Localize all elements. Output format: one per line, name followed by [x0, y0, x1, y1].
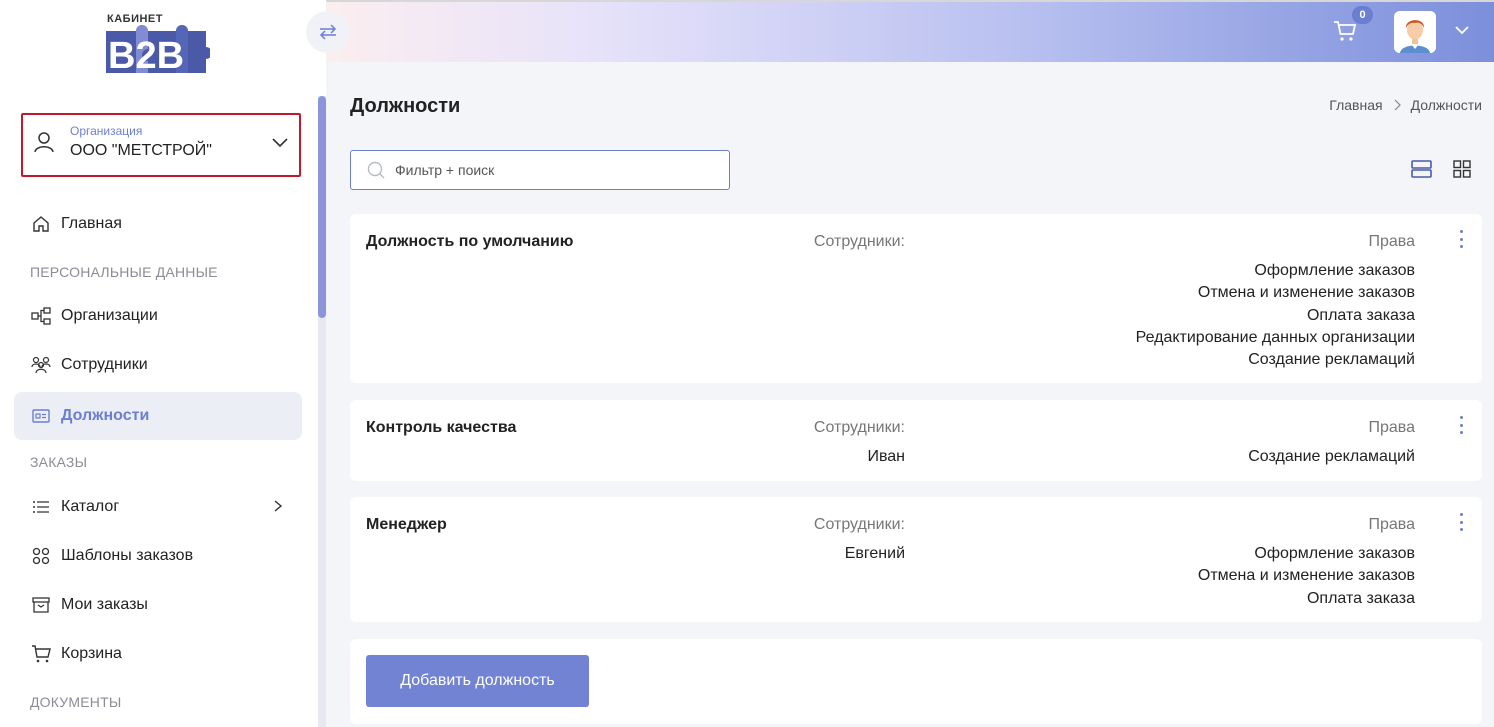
rights-label: Права [1368, 516, 1415, 533]
grid-view-button[interactable] [1453, 160, 1471, 183]
position-name: Должность по умолчанию [366, 233, 574, 250]
employees-list: Иван [867, 446, 905, 468]
sidebar-toggle-button[interactable] [306, 11, 350, 53]
header-cart-button[interactable] [1333, 20, 1357, 47]
user-icon [34, 132, 54, 153]
organization-caption: Организация [70, 124, 143, 138]
avatar[interactable] [1394, 11, 1436, 53]
section-orders: ЗАКАЗЫ [30, 454, 88, 470]
cart-count-badge: 0 [1352, 6, 1373, 24]
search-input[interactable] [395, 162, 715, 178]
employees-label: Сотрудники: [813, 516, 905, 533]
employees-label: Сотрудники: [813, 419, 905, 436]
sidebar-item-label: Корзина [61, 645, 122, 662]
sidebar-item-employees[interactable]: Сотрудники [14, 341, 302, 389]
rights-list: Оформление заказов Отмена и изменение за… [1136, 260, 1415, 371]
sidebar-item-label: Должности [61, 407, 150, 424]
home-icon [31, 214, 51, 234]
user-avatar-icon [1394, 11, 1436, 53]
sidebar-scrollbar-thumb[interactable] [318, 96, 326, 318]
section-personal-data: ПЕРСОНАЛЬНЫЕ ДАННЫЕ [30, 264, 218, 280]
right-item: Оплата заказа [1306, 589, 1415, 607]
templates-icon [31, 546, 51, 566]
right-item: Оформление заказов [1254, 262, 1415, 279]
box-icon [31, 595, 51, 615]
logo-text: B2B [108, 35, 184, 77]
right-item: Оплата заказа [1306, 306, 1415, 324]
sidebar-item-home[interactable]: Главная [14, 200, 302, 248]
page-title: Должности [350, 95, 461, 117]
chevron-down-icon[interactable] [1454, 24, 1470, 36]
position-name: Менеджер [366, 516, 447, 533]
right-item: Редактирование данных организации [1135, 328, 1415, 346]
sidebar-item-label: Организации [61, 307, 158, 324]
chevron-right-icon [274, 500, 283, 512]
sidebar-item-organizations[interactable]: Организации [14, 292, 302, 340]
list-icon [31, 497, 51, 517]
sidebar-item-my-orders[interactable]: Мои заказы [14, 581, 302, 629]
organization-selector[interactable]: Организация ООО "МЕТСТРОЙ" [21, 113, 301, 177]
employees-label: Сотрудники: [813, 233, 905, 250]
logo-caption: КАБИНЕТ [107, 13, 163, 25]
breadcrumb: Главная Должности [1329, 97, 1482, 113]
list-view-button[interactable] [1411, 160, 1433, 183]
employees-list: Евгений [845, 543, 905, 565]
sidebar: КАБИНЕТ B2B Организация ООО "МЕТСТРОЙ" Г… [0, 0, 326, 727]
sidebar-item-positions[interactable]: Должности [14, 392, 302, 440]
swap-arrows-icon [319, 24, 337, 40]
breadcrumb-home-link[interactable]: Главная [1329, 97, 1382, 113]
rights-label: Права [1368, 233, 1415, 250]
rights-label: Права [1368, 419, 1415, 436]
position-name: Контроль качества [366, 419, 517, 436]
right-item: Отмена и изменение заказов [1197, 567, 1415, 585]
rights-list: Создание рекламаций [1248, 446, 1415, 468]
rights-list: Оформление заказов Отмена и изменение за… [1198, 543, 1415, 610]
right-item: Создание рекламаций [1248, 448, 1415, 465]
chevron-right-icon [1394, 99, 1401, 111]
right-item: Создание рекламаций [1248, 351, 1415, 369]
right-item: Оформление заказов [1254, 545, 1415, 562]
top-header: 0 [326, 0, 1494, 62]
list-view-icon [1411, 160, 1432, 178]
chevron-down-icon [272, 138, 288, 148]
sidebar-item-label: Мои заказы [61, 596, 148, 613]
cart-icon [31, 644, 51, 664]
sidebar-item-label: Шаблоны заказов [61, 547, 194, 564]
id-card-icon [31, 406, 51, 426]
sidebar-item-catalog[interactable]: Каталог [14, 483, 302, 531]
employee-item: Иван [867, 448, 905, 465]
position-card: Менеджер Сотрудники: Евгений Права Оформ… [350, 497, 1482, 622]
sidebar-item-label: Сотрудники [61, 356, 148, 373]
more-options-icon[interactable] [1454, 513, 1468, 531]
search-icon [367, 161, 385, 179]
organization-value: ООО "МЕТСТРОЙ" [70, 142, 212, 159]
more-options-icon[interactable] [1454, 416, 1468, 434]
employee-item: Евгений [844, 545, 905, 562]
right-item: Отмена и изменение заказов [1197, 284, 1415, 302]
position-card: Контроль качества Сотрудники: Иван Права… [350, 400, 1482, 481]
b2b-logo-puzzle-icon: B2B [106, 25, 210, 77]
sidebar-item-cart[interactable]: Корзина [14, 630, 302, 678]
add-position-button[interactable]: Добавить должность [366, 655, 589, 707]
more-options-icon[interactable] [1454, 230, 1468, 248]
sidebar-item-label: Каталог [61, 498, 120, 515]
sidebar-item-label: Главная [61, 215, 122, 232]
position-card: Должность по умолчанию Сотрудники: Права… [350, 214, 1482, 383]
add-position-panel: Добавить должность [350, 639, 1482, 724]
breadcrumb-current: Должности [1410, 97, 1482, 113]
search-field[interactable] [350, 150, 730, 190]
b2b-logo[interactable]: КАБИНЕТ B2B [106, 13, 216, 77]
cart-icon [1334, 21, 1357, 41]
users-group-icon [31, 355, 51, 375]
organization-tree-icon [31, 306, 51, 326]
section-documents: ДОКУМЕНТЫ [30, 694, 122, 710]
sidebar-item-order-templates[interactable]: Шаблоны заказов [14, 532, 302, 580]
grid-view-icon [1453, 160, 1471, 178]
